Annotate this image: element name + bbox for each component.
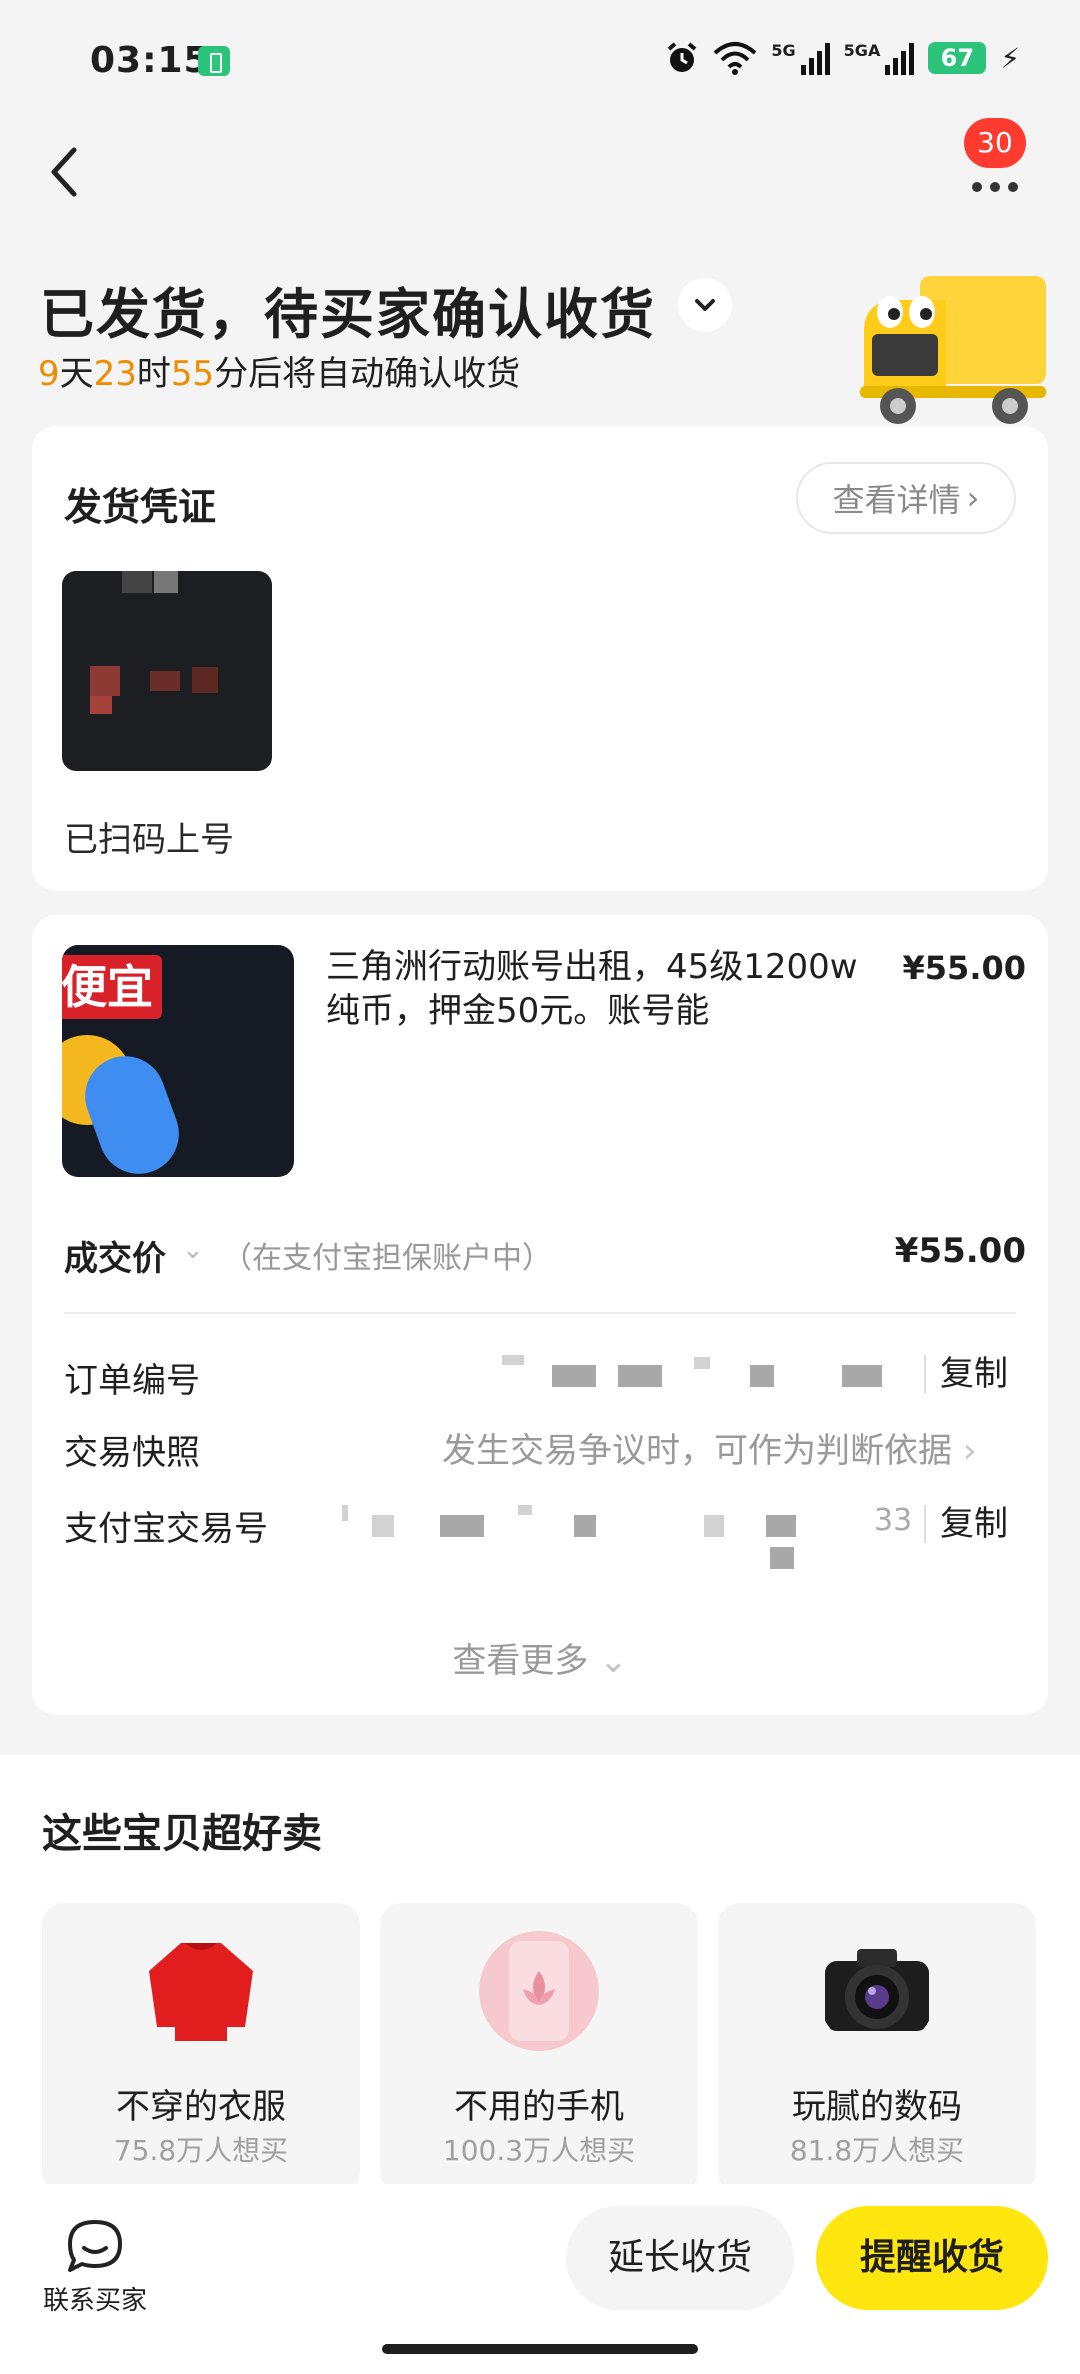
chevron-down-icon[interactable]: ⌄ — [182, 1235, 204, 1265]
back-button[interactable] — [40, 140, 90, 204]
phone-icon — [479, 1931, 599, 2051]
recommend-item-stat: 81.8万人想买 — [789, 2134, 965, 2167]
status-icons: 5G 5GA 67 ⚡ — [665, 38, 1020, 78]
delivery-truck-icon — [860, 276, 1046, 424]
chevron-down-icon — [695, 299, 715, 311]
see-more-button[interactable]: 查看更多 ⌄ — [32, 1633, 1048, 1682]
battery-saver-icon — [198, 46, 230, 76]
home-indicator[interactable] — [382, 2344, 698, 2354]
recommend-item-name: 不穿的衣服 — [116, 2087, 286, 2127]
copy-alipay-trade-button[interactable]: 复制 — [924, 1505, 1008, 1543]
recommend-section: 这些宝贝超好卖 不穿的衣服 75.8万人想买 不用的手机 100.3万人想买 玩… — [0, 1755, 1080, 2193]
alipay-trade-value: 33 — [342, 1499, 912, 1569]
recommend-title: 这些宝贝超好卖 — [42, 1811, 322, 1857]
chevron-down-icon: ⌄ — [599, 1641, 628, 1681]
recommend-item-phone[interactable]: 不用的手机 100.3万人想买 — [380, 1903, 698, 2193]
recommend-item-stat: 100.3万人想买 — [442, 2134, 636, 2167]
more-dots-icon — [972, 182, 982, 192]
chat-bubble-icon — [68, 2220, 122, 2272]
snapshot-link[interactable]: 发生交易争议时，可作为判断依据 › — [442, 1423, 976, 1472]
deal-price-note: （在支付宝担保账户中） — [222, 1241, 552, 1276]
contact-buyer-button[interactable]: 联系买家 — [40, 2214, 150, 2334]
chevron-left-icon — [51, 147, 77, 197]
signal-5g-icon: 5G — [771, 41, 830, 75]
extend-receipt-button[interactable]: 延长收货 — [566, 2206, 794, 2310]
shipping-proof-card: 发货凭证 查看详情 › 已扫码上号 — [32, 426, 1048, 891]
recommend-item-name: 不用的手机 — [454, 2087, 624, 2127]
battery-icon: 67 — [928, 42, 987, 74]
charging-icon: ⚡ — [1000, 41, 1020, 75]
product-image-tag: 便宜 — [62, 955, 162, 1019]
deal-price-label[interactable]: 成交价 — [64, 1231, 166, 1280]
bottom-action-bar: 联系买家 延长收货 提醒收货 — [0, 2184, 1080, 2374]
alipay-trade-tail: 33 — [874, 1503, 913, 1538]
order-info-card: 便宜 三角洲行动账号出租，45级1200w纯币，押金50元。账号能 ¥55.00… — [32, 915, 1048, 1715]
product-title[interactable]: 三角洲行动账号出租，45级1200w纯币，押金50元。账号能 — [326, 945, 886, 1033]
contact-buyer-label: 联系买家 — [42, 2286, 147, 2316]
proof-label: 已扫码上号 — [64, 820, 234, 860]
order-number-value — [502, 1351, 902, 1395]
wifi-icon — [714, 42, 757, 75]
snapshot-label: 交易快照 — [64, 1433, 200, 1473]
proof-image[interactable] — [62, 571, 272, 771]
status-bar: 03:15 5G 5GA 67 ⚡ — [0, 0, 1080, 120]
order-status-title: 已发货，待买家确认收货 — [40, 283, 656, 346]
product-image[interactable]: 便宜 — [62, 945, 294, 1177]
notification-badge: 30 — [964, 118, 1026, 168]
recommend-item-stat: 75.8万人想买 — [113, 2134, 289, 2167]
status-time: 03:15 — [90, 40, 210, 81]
copy-order-number-button[interactable]: 复制 — [924, 1355, 1008, 1393]
view-detail-button[interactable]: 查看详情 › — [796, 462, 1016, 534]
status-dropdown-button[interactable] — [678, 278, 732, 332]
remind-receipt-button[interactable]: 提醒收货 — [816, 2206, 1048, 2310]
chevron-right-icon: › — [962, 1431, 977, 1471]
alipay-trade-label: 支付宝交易号 — [64, 1509, 268, 1549]
recommend-item-digital[interactable]: 玩腻的数码 81.8万人想买 — [718, 1903, 1036, 2193]
product-price: ¥55.00 — [902, 949, 1026, 987]
auto-confirm-countdown: 9天23时55分后将自动确认收货 — [38, 354, 521, 394]
alarm-icon — [668, 42, 697, 72]
chevron-right-icon: › — [966, 479, 980, 517]
signal-5ga-icon: 5GA — [844, 41, 915, 75]
sweater-icon — [149, 1943, 253, 2041]
divider — [64, 1312, 1016, 1314]
deal-price: ¥55.00 — [894, 1231, 1026, 1271]
recommend-item-clothes[interactable]: 不穿的衣服 75.8万人想买 — [42, 1903, 360, 2193]
shipping-proof-title: 发货凭证 — [64, 485, 217, 529]
order-number-label: 订单编号 — [64, 1361, 200, 1401]
camera-icon — [825, 1949, 929, 2031]
recommend-item-name: 玩腻的数码 — [792, 2087, 962, 2127]
